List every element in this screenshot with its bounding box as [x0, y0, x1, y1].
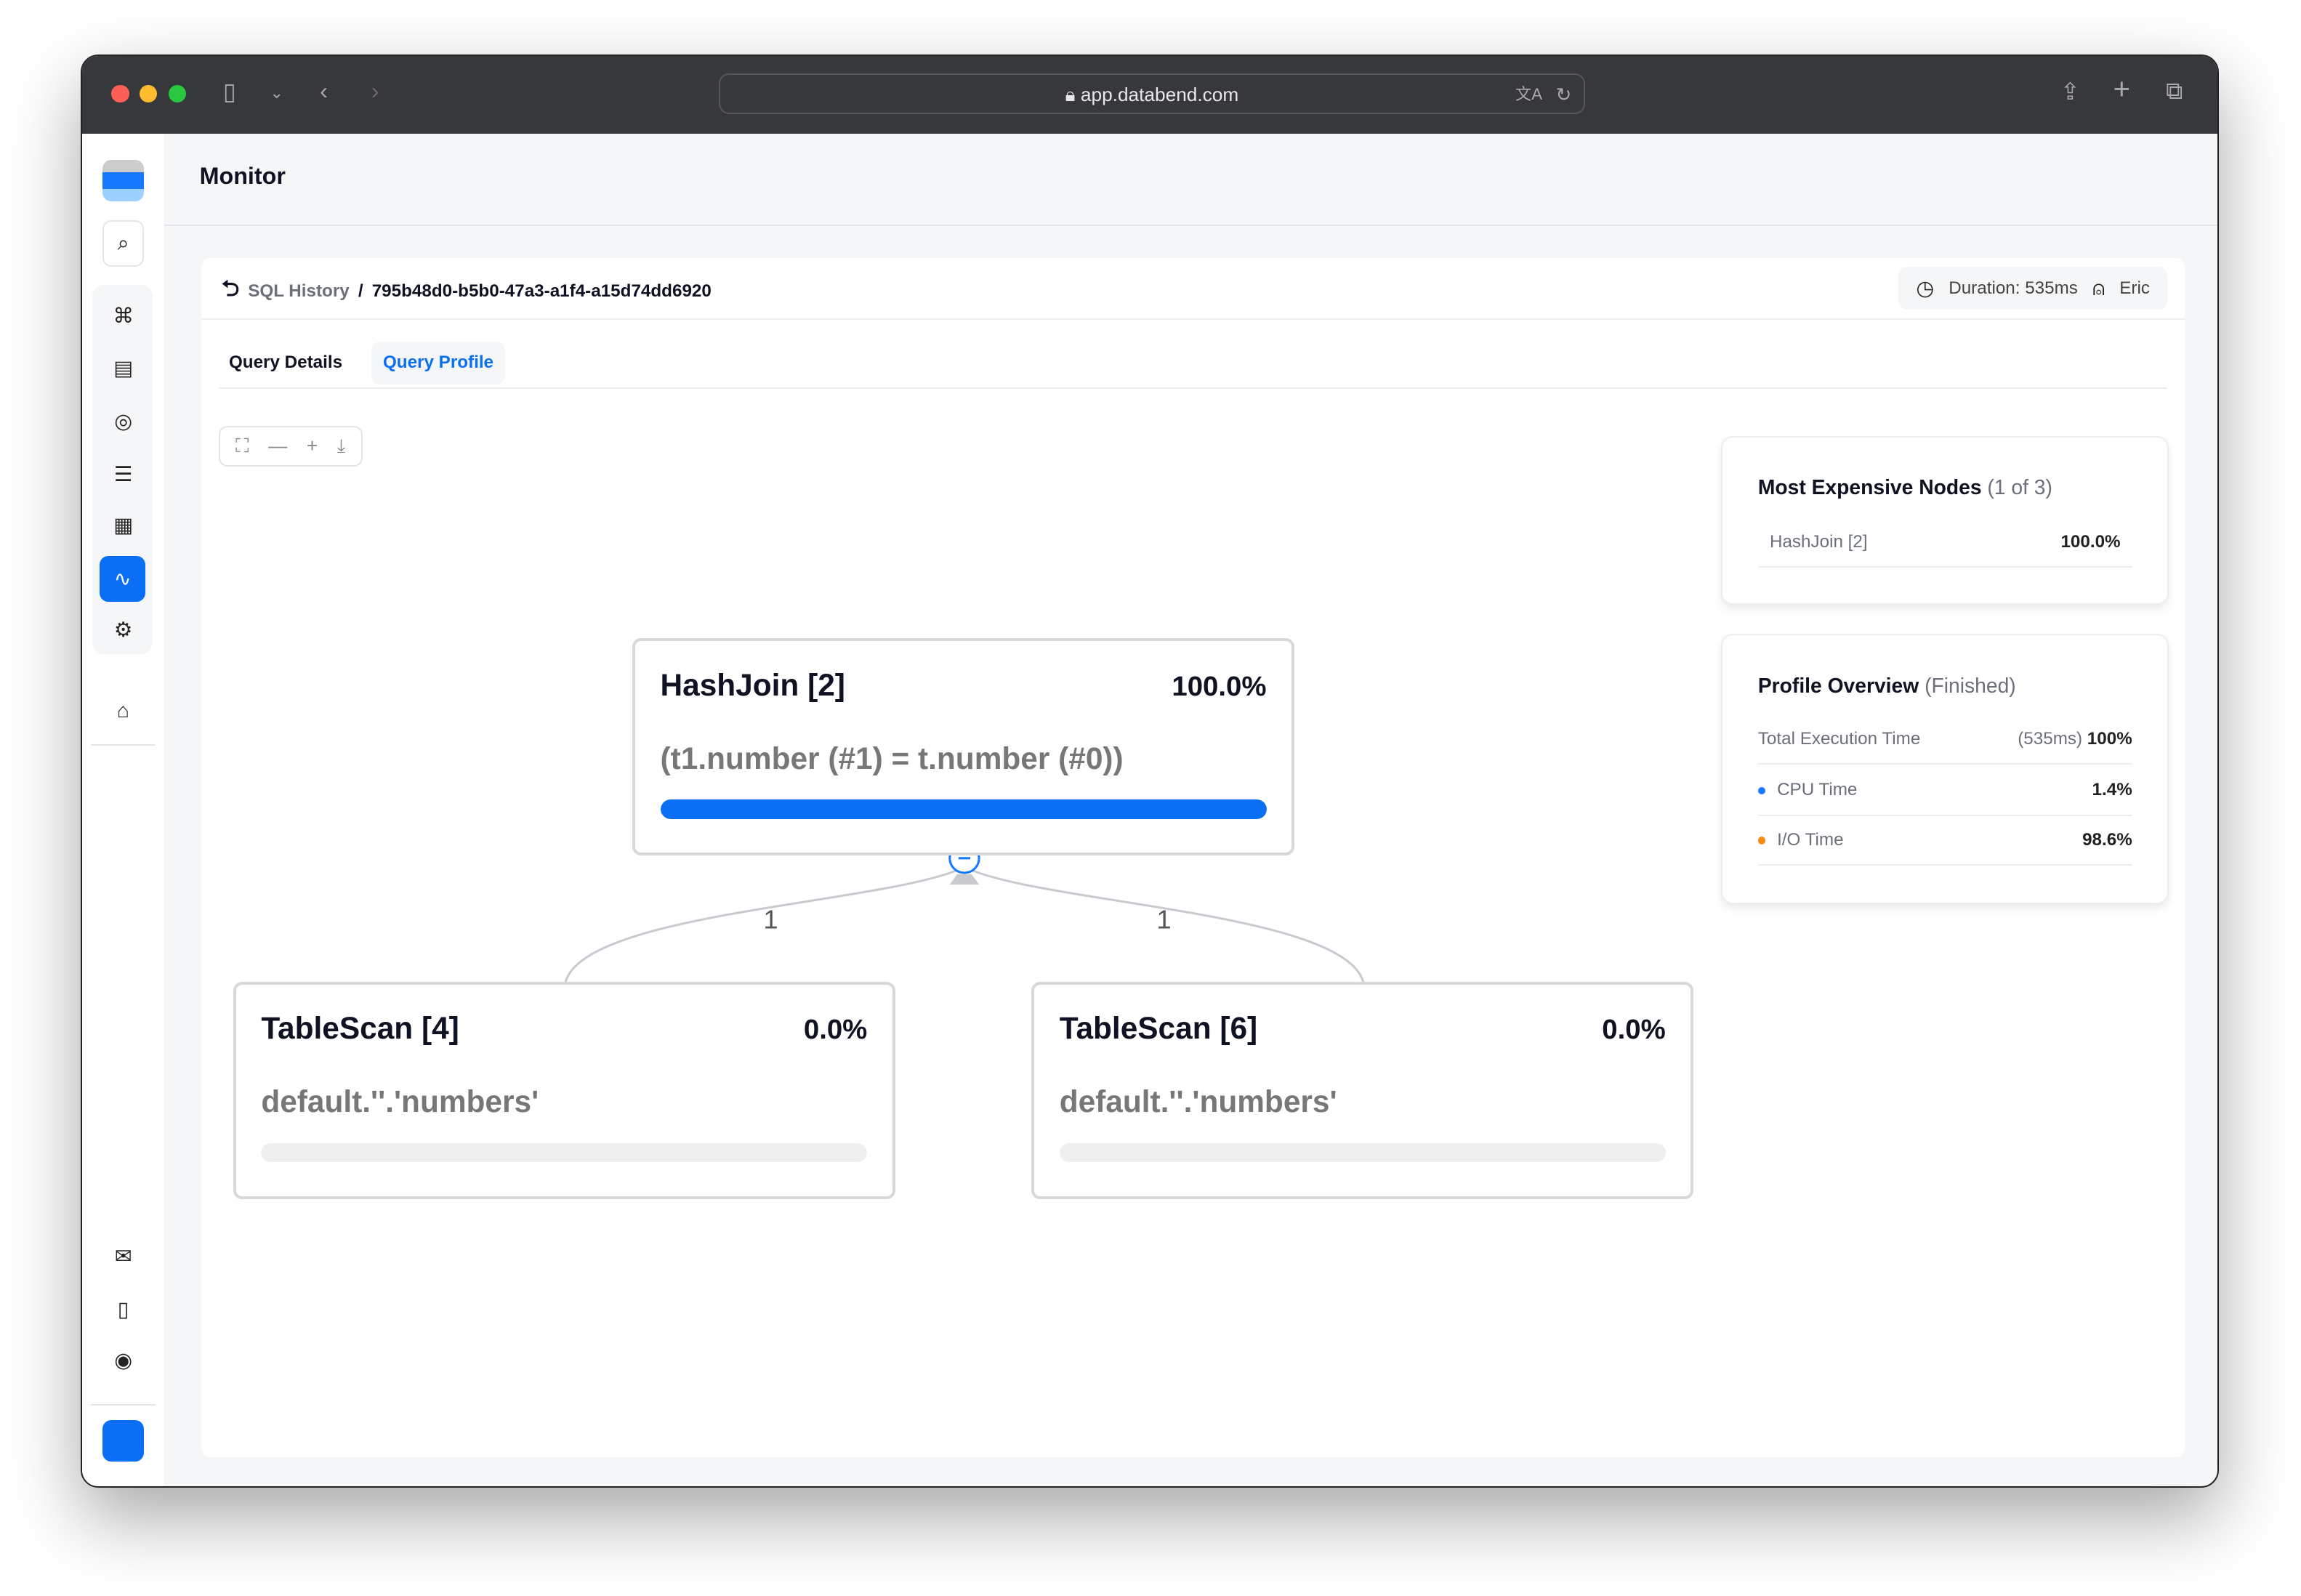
- sidebar-toggle-icon[interactable]: ▯: [223, 78, 236, 105]
- sidebar-item-warehouses[interactable]: ◎: [102, 400, 144, 442]
- graph-node-tablescan-4[interactable]: TableScan [4] 0.0% default.''.'numbers': [233, 981, 895, 1199]
- edge-label: 1: [763, 905, 778, 935]
- sidebar-item-dashboard[interactable]: ▤: [102, 347, 144, 389]
- cpu-value: 1.4%: [2092, 780, 2132, 800]
- panel-count: (1 of 3): [1987, 475, 2052, 499]
- io-legend-dot: [1757, 837, 1765, 845]
- row-label: Total Execution Time: [1757, 728, 1921, 749]
- node-progress-bar: [1059, 1142, 1666, 1163]
- total-pct: 100%: [2087, 728, 2132, 749]
- node-title: HashJoin [2]: [660, 667, 845, 702]
- cpu-legend-dot: [1757, 786, 1765, 794]
- io-value: 98.6%: [2082, 829, 2132, 850]
- sidebar-item-data[interactable]: ▦: [102, 505, 144, 547]
- lock-icon: 🔒︎: [1065, 83, 1081, 105]
- most-expensive-nodes-panel: Most Expensive Nodes (1 of 3) HashJoin […: [1721, 435, 2169, 605]
- total-execution-row: Total Execution Time (535ms) 100%: [1757, 714, 2132, 765]
- node-title: TableScan [4]: [261, 1011, 459, 1046]
- feedback-icon[interactable]: ✉: [102, 1236, 144, 1277]
- collapse-handle-base: [949, 874, 979, 885]
- node-title: TableScan [6]: [1059, 1011, 1258, 1046]
- share-icon[interactable]: ⇪: [2060, 78, 2080, 105]
- close-window-button[interactable]: [111, 85, 129, 103]
- node-percent: 0.0%: [1602, 1014, 1666, 1046]
- query-profile-card: ⮌ SQL History / 795b48d0-b5b0-47a3-a1f4-…: [201, 258, 2185, 1457]
- url-text: app.databend.com: [1080, 83, 1239, 105]
- graph-node-tablescan-6[interactable]: TableScan [6] 0.0% default.''.'numbers': [1031, 981, 1693, 1199]
- node-description: default.''.'numbers': [261, 1084, 539, 1119]
- expensive-node-name: HashJoin [2]: [1769, 531, 1868, 552]
- panel-title-text: Profile Overview: [1757, 673, 1919, 697]
- translate-icon[interactable]: 文A: [1515, 75, 1542, 115]
- browser-toolbar: ▯ ⌄ ‹ › 🔒︎ app.databend.com ↻ 文A ⇪ + ⧉: [82, 55, 2217, 134]
- node-percent: 0.0%: [803, 1014, 868, 1046]
- node-description: (t1.number (#1) = t.number (#0)): [660, 741, 1124, 775]
- expensive-node-item[interactable]: HashJoin [2] 100.0%: [1757, 518, 2132, 568]
- node-progress-bar: [261, 1142, 868, 1163]
- node-progress-bar: [660, 799, 1267, 819]
- databend-logo[interactable]: [102, 160, 144, 201]
- cpu-time-row: CPU Time 1.4%: [1757, 766, 2132, 816]
- panel-title: Most Expensive Nodes (1 of 3): [1758, 475, 2052, 499]
- user-avatar[interactable]: [102, 1420, 144, 1462]
- reload-icon[interactable]: ↻: [1555, 75, 1571, 115]
- docs-book-icon[interactable]: ▯: [102, 1289, 144, 1330]
- divider: [91, 743, 156, 746]
- node-percent: 100.0%: [1172, 670, 1267, 702]
- profile-overview-panel: Profile Overview (Finished) Total Execut…: [1721, 634, 2169, 904]
- forward-icon[interactable]: ›: [371, 78, 379, 105]
- back-icon[interactable]: ‹: [320, 78, 328, 105]
- address-bar[interactable]: 🔒︎ app.databend.com ↻ 文A: [719, 73, 1585, 115]
- io-time-row: I/O Time 98.6%: [1757, 816, 2132, 866]
- panel-status: (Finished): [1925, 673, 2016, 697]
- page-title: Monitor: [199, 163, 286, 190]
- expensive-node-value: 100.0%: [2060, 531, 2121, 552]
- minimize-window-button[interactable]: [139, 85, 157, 103]
- tabs-overview-icon[interactable]: ⧉: [2166, 78, 2183, 105]
- panel-title-text: Most Expensive Nodes: [1757, 475, 1982, 499]
- new-tab-icon[interactable]: +: [2113, 72, 2130, 106]
- sidebar-item-settings-gear-icon[interactable]: ⚙: [102, 609, 144, 650]
- sidebar: ⌕ ⌘ ▤ ◎ ☰ ▦ ∿ ⚙ ⌂ ✉ ▯ ◉: [82, 133, 165, 1487]
- sidebar-item-database-icon[interactable]: ☰: [102, 454, 144, 495]
- panel-title: Profile Overview (Finished): [1758, 674, 2016, 698]
- total-ms: (535ms): [2018, 728, 2083, 749]
- progress-fill: [660, 799, 1267, 819]
- sidebar-item-worksheets[interactable]: ⌘: [102, 295, 144, 336]
- sidebar-item-monitor[interactable]: ∿: [100, 556, 145, 602]
- edge-label: 1: [1156, 905, 1171, 935]
- search-icon[interactable]: ⌕: [102, 219, 144, 267]
- node-description: default.''.'numbers': [1059, 1084, 1337, 1119]
- divider: [164, 224, 2217, 226]
- row-label: I/O Time: [1777, 829, 1844, 850]
- row-label: CPU Time: [1777, 780, 1858, 800]
- chevron-down-icon[interactable]: ⌄: [270, 84, 283, 102]
- browser-window: ▯ ⌄ ‹ › 🔒︎ app.databend.com ↻ 文A ⇪ + ⧉ ⌕…: [81, 54, 2219, 1488]
- maximize-window-button[interactable]: [169, 85, 187, 103]
- support-icon[interactable]: ◉: [102, 1339, 144, 1381]
- divider: [91, 1404, 156, 1406]
- sidebar-item-marketplace-icon[interactable]: ⌂: [102, 690, 144, 731]
- graph-node-hashjoin[interactable]: HashJoin [2] 100.0% (t1.number (#1) = t.…: [632, 638, 1294, 856]
